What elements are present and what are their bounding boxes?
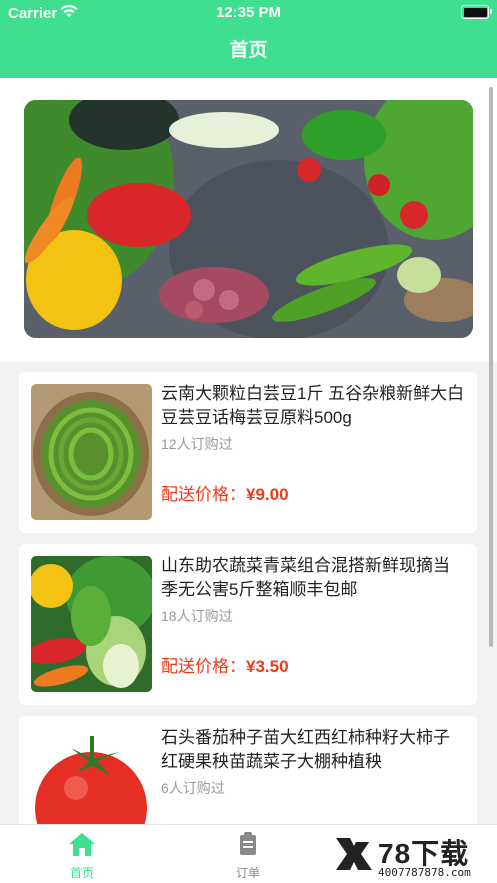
product-card-1[interactable]: 云南大颗粒白芸豆1斤 五谷杂粮新鲜大白豆芸豆话梅芸豆原料500g 12人订购过 … — [19, 372, 477, 533]
home-feed[interactable]: 云南大颗粒白芸豆1斤 五谷杂粮新鲜大白豆芸豆话梅芸豆原料500g 12人订购过 … — [0, 78, 497, 824]
status-time: 12:35 PM — [215, 4, 282, 21]
product-card-3[interactable]: 石头番茄种子苗大红西红柿种籽大柿子红硬果秧苗蔬菜子大棚种植秧 6人订购过 — [19, 716, 477, 824]
product-card-2[interactable]: 山东助农蔬菜青菜组合混搭新鲜现摘当季无公害5斤整箱顺丰包邮 18人订购过 配送价… — [19, 544, 477, 705]
price-label: 配送价格： — [161, 657, 246, 676]
watermark: 78下载 4007787878.com — [332, 832, 492, 880]
banner-section — [0, 78, 497, 362]
watermark-logo-icon — [332, 834, 376, 880]
tab-orders[interactable]: 订单 — [208, 831, 288, 881]
price-value: ¥9.00 — [246, 485, 289, 504]
product-sold-count: 18人订购过 — [161, 608, 233, 624]
tab-orders-label: 订单 — [235, 866, 260, 880]
product-sold-count: 12人订购过 — [161, 436, 233, 452]
battery-icon — [461, 5, 492, 19]
scrollbar[interactable] — [489, 87, 493, 647]
home-icon — [68, 833, 96, 860]
nav-bar: 首页 — [0, 26, 497, 78]
product-image-green-beans — [31, 384, 152, 520]
price-label: 配送价格： — [161, 485, 246, 504]
product-title: 石头番茄种子苗大红西红柿种籽大柿子红硬果秧苗蔬菜子大棚种植秧 — [161, 728, 450, 771]
product-image-mixed-vegetables — [31, 556, 152, 692]
tab-home[interactable]: 首页 — [42, 831, 122, 881]
status-bar: Carrier 12:35 PM — [0, 0, 497, 26]
product-price: 配送价格：¥9.00 — [161, 480, 289, 505]
product-price: 配送价格：¥3.50 — [161, 652, 289, 677]
page-title: 首页 — [229, 40, 268, 61]
banner-image[interactable] — [24, 100, 473, 338]
order-icon — [235, 832, 261, 860]
product-sold-count: 6人订购过 — [161, 780, 225, 796]
tab-home-label: 首页 — [69, 866, 94, 880]
product-image-tomato — [31, 728, 152, 824]
price-value: ¥3.50 — [246, 657, 289, 676]
watermark-url: 4007787878.com — [378, 866, 471, 879]
product-title: 山东助农蔬菜青菜组合混搭新鲜现摘当季无公害5斤整箱顺丰包邮 — [161, 556, 450, 599]
product-title: 云南大颗粒白芸豆1斤 五谷杂粮新鲜大白豆芸豆话梅芸豆原料500g — [161, 384, 465, 427]
